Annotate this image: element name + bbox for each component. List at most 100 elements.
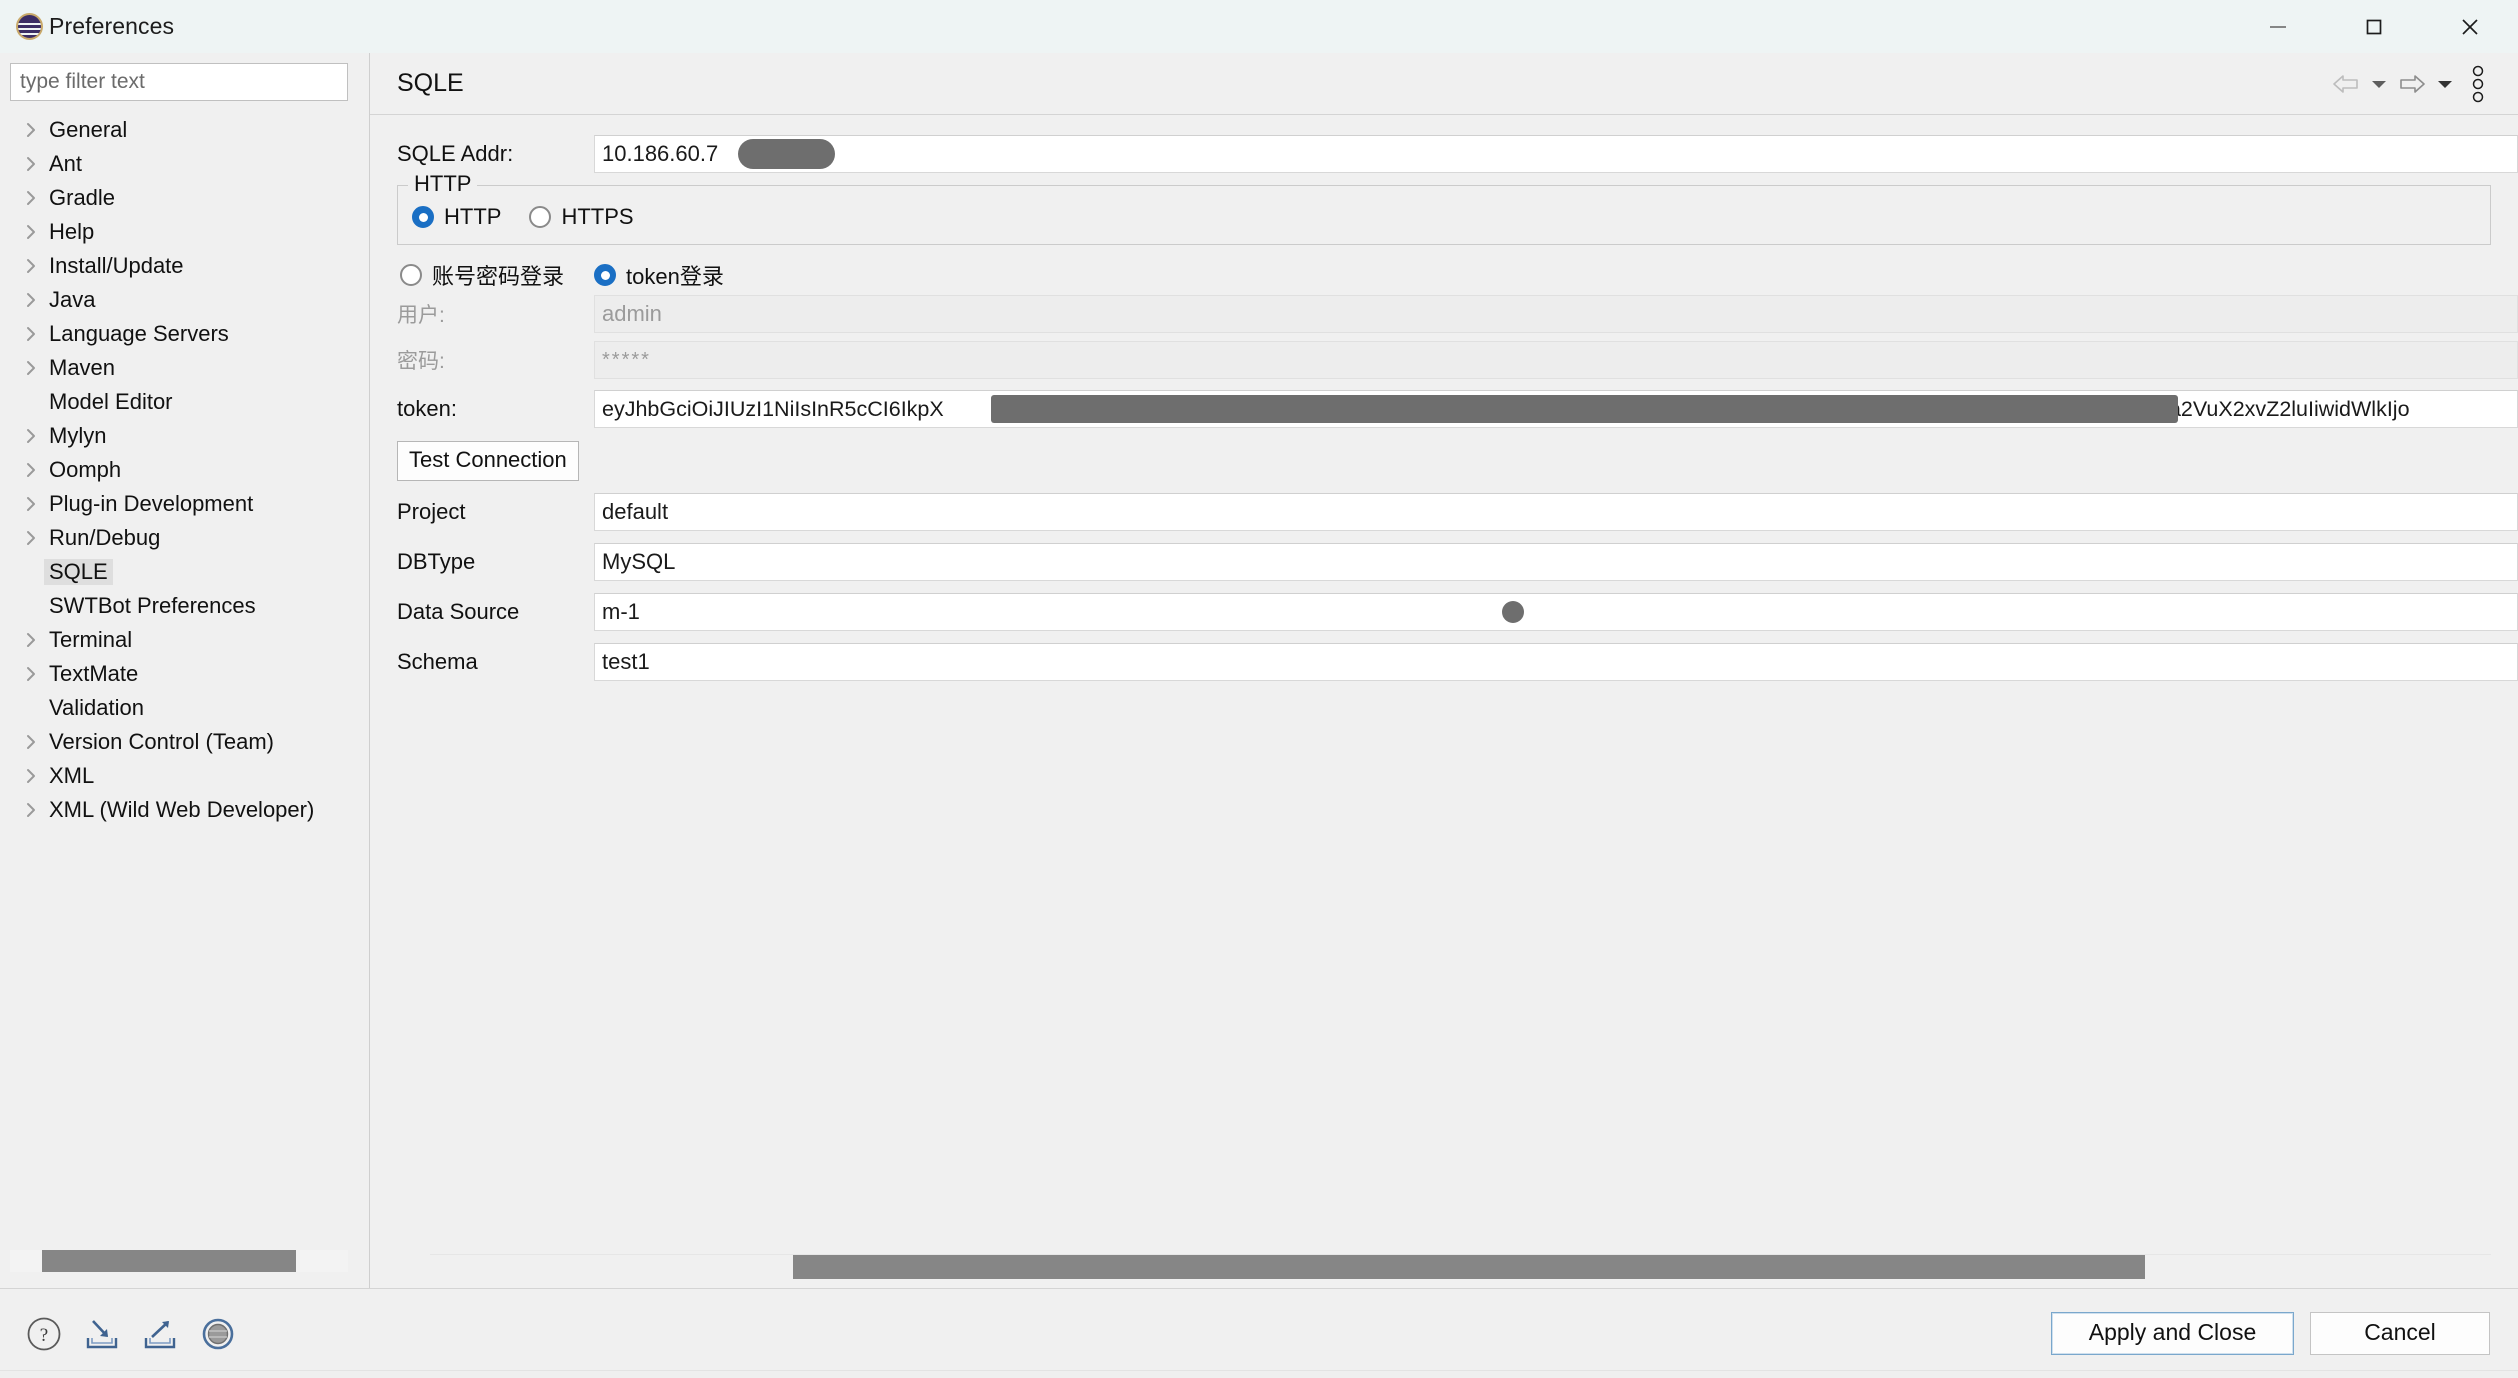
sidebar-item-label: Mylyn (49, 422, 107, 448)
export-icon[interactable] (138, 1312, 182, 1356)
filter-input[interactable] (10, 63, 348, 101)
password-label: 密码: (397, 350, 445, 373)
sidebar-item-mylyn[interactable]: Mylyn (18, 419, 369, 453)
token-row: token: eyJhbGciOiJIUzI1NiIsInR5cCI6IkpX … (370, 383, 2518, 435)
chevron-right-icon[interactable] (18, 801, 44, 819)
main-hscrollbar-thumb[interactable] (793, 1255, 2145, 1279)
record-icon[interactable] (196, 1312, 240, 1356)
maximize-button[interactable] (2326, 0, 2422, 53)
sidebar-item-gradle[interactable]: Gradle (18, 181, 369, 215)
sidebar-item-run-debug[interactable]: Run/Debug (18, 521, 369, 555)
sqle-addr-row: SQLE Addr: 10.186.60.7 (370, 129, 2518, 179)
sidebar-item-xml-wild-web-developer[interactable]: XML (Wild Web Developer) (18, 793, 369, 827)
chevron-right-icon[interactable] (18, 733, 44, 751)
datasource-row: Data Source m-1 (370, 587, 2518, 637)
main-hscrollbar[interactable] (430, 1254, 2491, 1279)
schema-input[interactable]: test1 (594, 643, 2518, 682)
window-bottom-strip (0, 1370, 2518, 1378)
chevron-right-icon[interactable] (18, 767, 44, 785)
chevron-right-icon[interactable] (18, 291, 44, 309)
sidebar-item-sqle[interactable]: SQLE (18, 555, 369, 589)
password-value: ***** (602, 348, 651, 371)
dbtype-input[interactable]: MySQL (594, 543, 2518, 582)
radio-account-login[interactable]: 账号密码登录 (400, 259, 564, 291)
close-button[interactable] (2422, 0, 2518, 53)
radio-http[interactable]: HTTP (412, 204, 501, 230)
dbtype-value: MySQL (602, 549, 676, 575)
cancel-button[interactable]: Cancel (2310, 1311, 2490, 1356)
token-input[interactable]: eyJhbGciOiJIUzI1NiIsInR5cCI6IkpX 3Rva2Vu… (594, 390, 2518, 428)
chevron-right-icon[interactable] (18, 665, 44, 683)
view-menu-icon[interactable] (2458, 64, 2498, 104)
radio-http-label: HTTP (444, 204, 502, 229)
sidebar-item-label: Ant (49, 150, 83, 176)
sidebar-item-install-update[interactable]: Install/Update (18, 249, 369, 283)
chevron-right-icon[interactable] (18, 121, 44, 139)
sidebar-item-validation[interactable]: Validation (18, 691, 369, 725)
sidebar-item-label: TextMate (49, 660, 139, 686)
chevron-right-icon[interactable] (18, 495, 44, 513)
help-icon[interactable]: ? (22, 1312, 66, 1356)
sidebar-item-xml[interactable]: XML (18, 759, 369, 793)
test-connection-button[interactable]: Test Connection (397, 441, 579, 482)
chevron-right-icon[interactable] (18, 631, 44, 649)
sidebar-item-java[interactable]: Java (18, 283, 369, 317)
sidebar-item-ant[interactable]: Ant (18, 147, 369, 181)
radio-http-indicator[interactable] (412, 206, 434, 228)
chevron-right-icon[interactable] (18, 223, 44, 241)
sidebar-item-general[interactable]: General (18, 113, 369, 147)
sidebar-hscrollbar[interactable] (10, 1250, 348, 1272)
chevron-right-icon[interactable] (18, 257, 44, 275)
apply-and-close-button[interactable]: Apply and Close (2051, 1311, 2294, 1356)
chevron-right-icon[interactable] (18, 155, 44, 173)
sidebar-item-help[interactable]: Help (18, 215, 369, 249)
page-title: SQLE (397, 69, 464, 97)
sidebar-item-label: SQLE (44, 558, 113, 586)
sidebar-item-version-control-team[interactable]: Version Control (Team) (18, 725, 369, 759)
datasource-value: m-1 (602, 599, 640, 625)
radio-https[interactable]: HTTPS (529, 204, 634, 230)
sidebar-item-maven[interactable]: Maven (18, 351, 369, 385)
radio-account-login-indicator[interactable] (400, 264, 422, 286)
radio-token-login-indicator[interactable] (594, 264, 617, 286)
sqle-addr-label: SQLE Addr: (397, 141, 514, 166)
sidebar-item-language-servers[interactable]: Language Servers (18, 317, 369, 351)
main-scroll-area (370, 1254, 2518, 1280)
sidebar-item-terminal[interactable]: Terminal (18, 623, 369, 657)
minimize-button[interactable] (2230, 0, 2326, 53)
titlebar-left: Preferences (0, 13, 174, 40)
radio-token-login-label: token登录 (626, 264, 724, 289)
datasource-input[interactable]: m-1 (594, 593, 2518, 632)
sidebar-item-label: Validation (49, 694, 144, 720)
radio-token-login[interactable]: token登录 (594, 259, 724, 291)
sidebar-item-label: SWTBot Preferences (49, 592, 256, 618)
sidebar-item-swtbot-preferences[interactable]: SWTBot Preferences (18, 589, 369, 623)
datasource-redaction-dot (1502, 601, 1524, 624)
sidebar-item-textmate[interactable]: TextMate (18, 657, 369, 691)
forward-arrow-icon[interactable] (2392, 64, 2432, 104)
import-icon[interactable] (80, 1312, 124, 1356)
back-history-chevron-down-icon[interactable] (2366, 64, 2392, 104)
dialog-body: General Ant Gradle Help Install/Update Java La… (0, 53, 2518, 1288)
project-input[interactable]: default (594, 493, 2518, 532)
auth-mode-row: 账号密码登录 token登录 (370, 259, 2518, 291)
chevron-right-icon[interactable] (18, 325, 44, 343)
chevron-right-icon[interactable] (18, 461, 44, 479)
sidebar-hscrollbar-thumb[interactable] (42, 1250, 296, 1272)
chevron-right-icon[interactable] (18, 189, 44, 207)
sqle-addr-input[interactable]: 10.186.60.7 (594, 135, 2518, 173)
sidebar-item-oomph[interactable]: Oomph (18, 453, 369, 487)
chevron-right-icon[interactable] (18, 359, 44, 377)
chevron-right-icon[interactable] (18, 427, 44, 445)
project-label: Project (397, 499, 466, 525)
sidebar-item-plug-in-development[interactable]: Plug-in Development (18, 487, 369, 521)
sidebar-item-label: Install/Update (49, 252, 184, 278)
forward-history-chevron-down-icon[interactable] (2432, 64, 2458, 104)
sidebar-item-model-editor[interactable]: Model Editor (18, 385, 369, 419)
radio-https-indicator[interactable] (529, 206, 552, 228)
schema-row: Schema test1 (370, 637, 2518, 687)
sqle-addr-value: 10.186.60.7 (602, 141, 719, 166)
back-arrow-icon[interactable] (2326, 64, 2366, 104)
chevron-right-icon[interactable] (18, 529, 44, 547)
schema-value: test1 (602, 649, 650, 675)
